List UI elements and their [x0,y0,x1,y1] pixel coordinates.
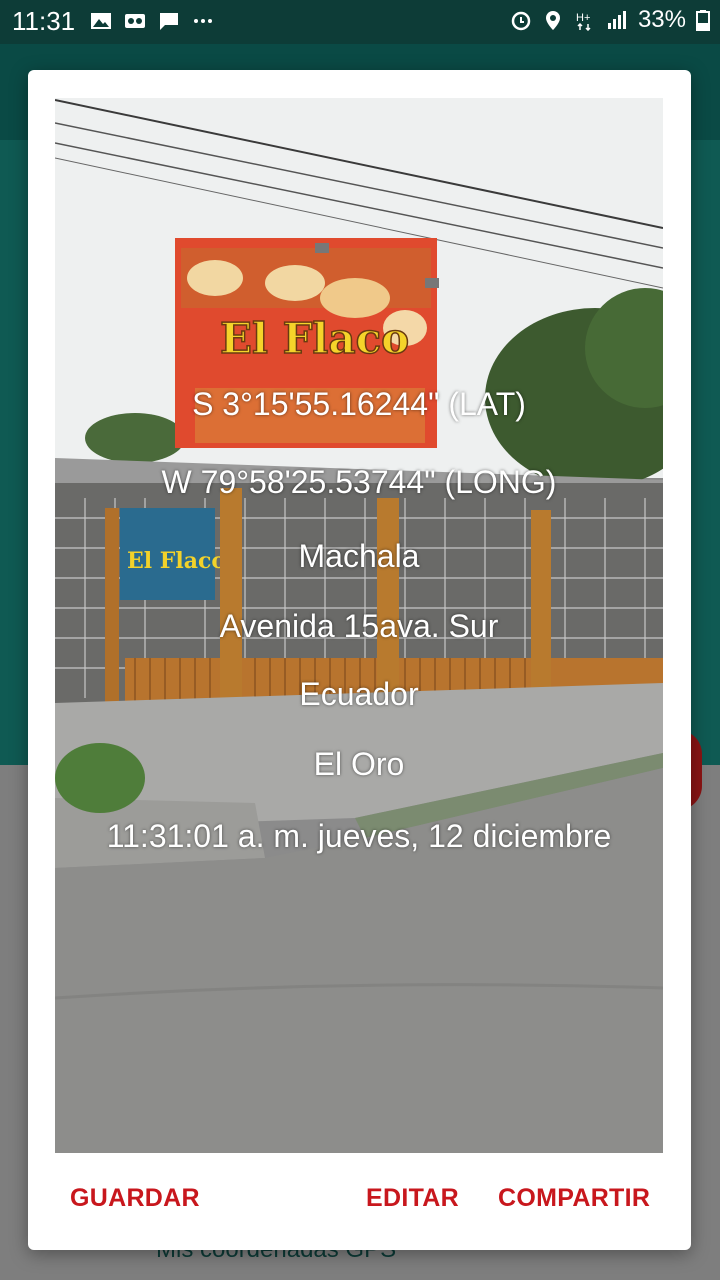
status-time: 11:31 [12,6,76,36]
country-text: Ecuador [299,676,419,712]
latitude-text: S 3°15'55.16244" (LAT) [192,386,526,422]
photo-preview-dialog: El Flaco El Flaco S 3°15'55.16244" (LAT)… [28,70,691,1250]
street-text: Avenida 15ava. Sur [219,608,499,644]
message-icon [160,13,178,30]
signal-icon [607,11,626,29]
location-icon [545,11,560,30]
province-text: El Oro [313,746,405,782]
dialog-actions: GUARDAR EDITAR COMPARTIR [28,1170,691,1234]
geotagged-photo: El Flaco El Flaco S 3°15'55.16244" (LAT)… [55,98,663,1153]
status-bar: 11:31 H+ 33% [0,0,720,44]
share-button[interactable]: COMPARTIR [498,1184,650,1213]
save-button[interactable]: GUARDAR [70,1184,200,1213]
timestamp-text: 11:31:01 a. m. jueves, 12 diciembre [106,818,612,854]
alarm-icon [511,11,531,31]
battery-icon [696,10,710,31]
system-icons: H+ 33% [510,6,710,34]
svg-text:H+: H+ [576,12,590,24]
gps-overlay: S 3°15'55.16244" (LAT) W 79°58'25.53744"… [55,98,663,1153]
edit-button[interactable]: EDITAR [366,1184,459,1213]
notification-icons [90,10,214,32]
more-dots-icon [194,19,212,23]
battery-percent: 33% [637,6,686,33]
longitude-text: W 79°58'25.53744" (LONG) [161,464,557,500]
city-text: Machala [298,538,420,574]
voicemail-icon [125,14,145,28]
image-icon [91,13,111,29]
network-hplus-icon: H+ [576,12,591,31]
